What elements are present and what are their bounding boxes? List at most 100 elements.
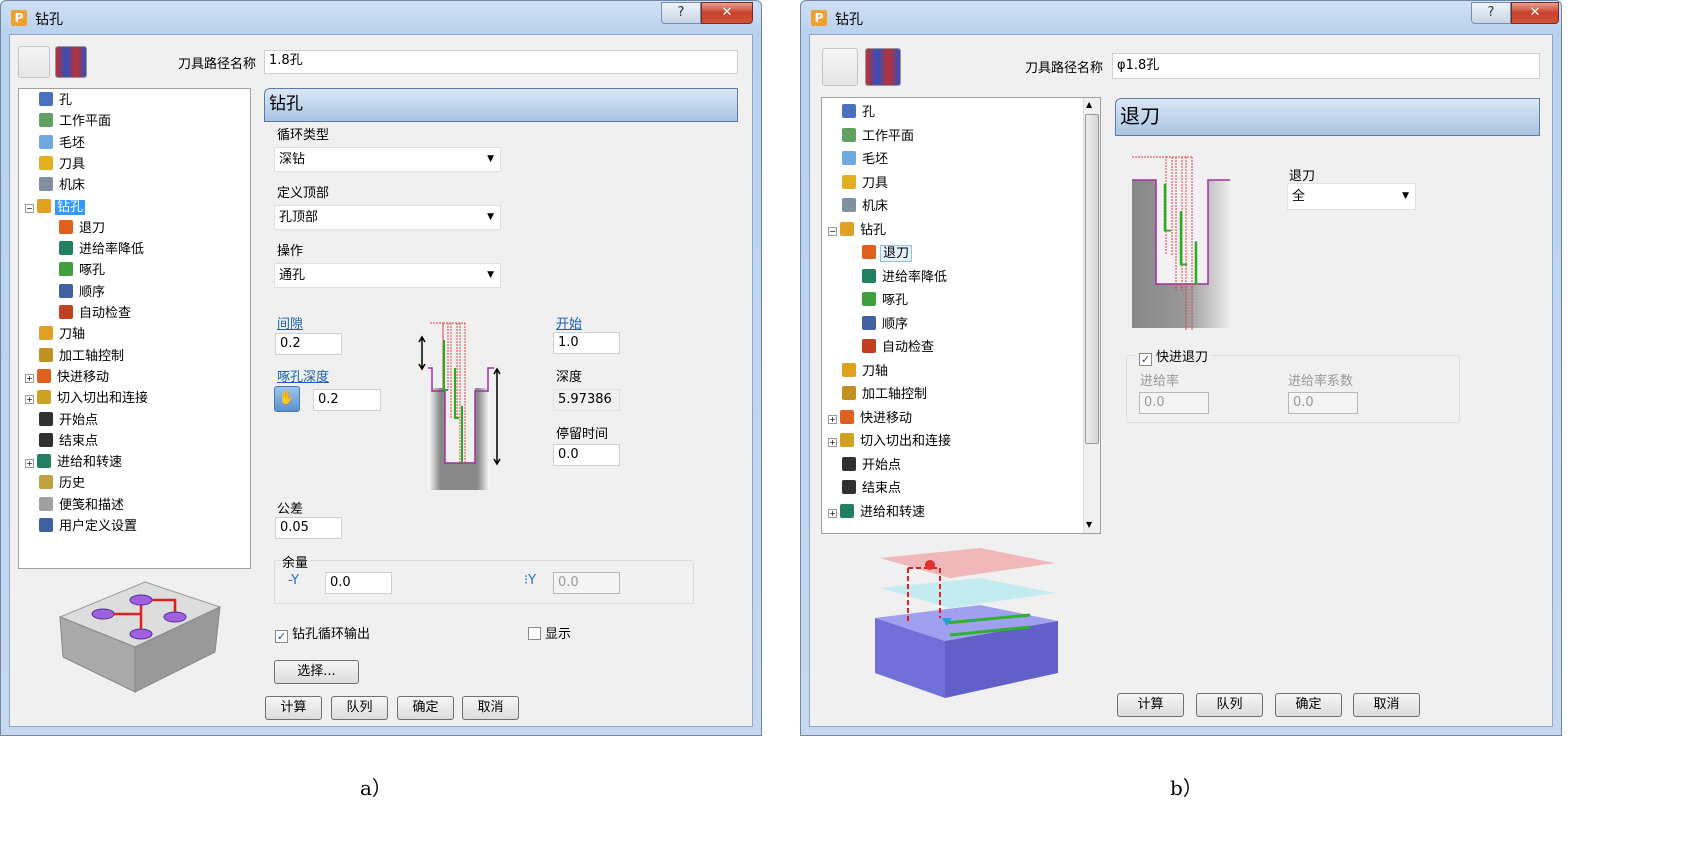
tree-item[interactable]: 历史 (39, 474, 87, 494)
thickness-icon[interactable]: -Y (288, 573, 299, 588)
scroll-up-icon[interactable]: ▲ (1086, 100, 1092, 109)
scroll-down-icon[interactable]: ▼ (1086, 520, 1092, 529)
tree-item[interactable]: 毛坯 (842, 150, 890, 170)
tree-item[interactable]: 退刀 (59, 219, 107, 239)
recycle-icon[interactable] (822, 48, 858, 86)
tree-item[interactable]: 孔 (842, 103, 877, 123)
rapid-retract-checkbox[interactable]: ✓ 快进退刀 (1136, 346, 1212, 366)
start-link[interactable]: 开始 (556, 313, 582, 332)
checkbox-checked-icon[interactable]: ✓ (275, 630, 288, 643)
caption-b: b） (1170, 776, 1203, 800)
leads-links-icon (840, 433, 854, 447)
tree-item[interactable]: 刀轴 (842, 362, 890, 382)
tree-item[interactable]: 用户定义设置 (39, 517, 139, 537)
clearance-input[interactable]: 0.2 (275, 333, 342, 355)
queue-button[interactable]: 队列 (1196, 693, 1263, 717)
expand-icon[interactable]: + (828, 508, 837, 518)
select-button[interactable]: 选择... (274, 660, 359, 684)
scrollbar-thumb[interactable] (1085, 114, 1099, 444)
tree-item[interactable]: 便笺和描述 (39, 496, 126, 516)
cycle-type-select[interactable]: 深钻 ▼ (274, 147, 501, 172)
help-button[interactable]: ? (661, 2, 701, 24)
tree-item[interactable]: + 进给和转速 (828, 503, 927, 523)
tree-item[interactable]: 机床 (842, 197, 890, 217)
tree-item[interactable]: 结束点 (39, 432, 100, 452)
peck-depth-link[interactable]: 啄孔深度 (277, 366, 329, 385)
tree-item[interactable]: 自动检查 (862, 338, 936, 358)
expand-icon[interactable]: + (25, 373, 34, 383)
checkbox-checked-icon[interactable]: ✓ (1139, 353, 1152, 366)
calculate-button[interactable]: 计算 (1117, 693, 1184, 717)
tree-item[interactable]: 开始点 (39, 411, 100, 431)
tree-item[interactable]: 顺序 (862, 315, 910, 335)
feed-rate-label: 进给率 (1140, 374, 1180, 389)
settings-tree[interactable]: 孔工作平面毛坯刀具 机床 − 钻孔 退刀 进给率降低 啄孔 顺序 自动检查 刀轴 加工轴控制 + 快进移… (18, 88, 251, 569)
toolpath-preview-icon[interactable] (55, 46, 87, 78)
close-button[interactable]: ✕ (701, 2, 753, 24)
define-top-select[interactable]: 孔顶部 ▼ (274, 205, 501, 230)
expand-icon[interactable]: + (25, 459, 34, 469)
tree-item[interactable]: + 切入切出和连接 (828, 432, 953, 452)
hole-icon (39, 92, 53, 106)
tree-scrollbar[interactable]: ▲ ▼ (1083, 98, 1100, 533)
tree-item[interactable]: 顺序 (59, 283, 107, 303)
toolpath-name-input[interactable]: φ1.8孔 (1112, 53, 1540, 79)
operation-select[interactable]: 通孔 ▼ (274, 263, 501, 288)
tree-item[interactable]: + 进给和转速 (25, 453, 124, 473)
tree-item[interactable]: 进给率降低 (862, 268, 949, 288)
tolerance-input[interactable]: 0.05 (275, 517, 342, 539)
tree-item[interactable]: 退刀 (862, 244, 913, 264)
close-button[interactable]: ✕ (1511, 2, 1559, 24)
tree-item[interactable]: 机床 (39, 176, 87, 196)
toolpath-name-input[interactable]: 1.8孔 (264, 50, 738, 74)
tree-item[interactable]: + 快进移动 (828, 409, 914, 429)
expand-icon[interactable]: + (25, 395, 34, 405)
drill-cycle-output-checkbox[interactable]: ✓ 钻孔循环输出 (275, 623, 370, 643)
start-input[interactable]: 1.0 (553, 332, 620, 354)
tree-item[interactable]: − 钻孔 (828, 221, 888, 241)
calculate-button[interactable]: 计算 (265, 696, 322, 720)
tree-item[interactable]: 工作平面 (842, 127, 916, 147)
peck-icon (862, 292, 876, 306)
collapse-icon[interactable]: − (828, 226, 837, 236)
expand-icon[interactable]: + (828, 438, 837, 447)
tree-item[interactable]: 刀具 (39, 155, 87, 175)
tree-item[interactable]: 工作平面 (39, 112, 113, 132)
ok-button[interactable]: 确定 (397, 696, 454, 720)
tree-item[interactable]: + 快进移动 (25, 368, 111, 388)
tree-item[interactable]: 啄孔 (862, 291, 910, 311)
axial-thickness-icon[interactable]: ⁝Y (524, 573, 536, 588)
tree-item[interactable]: 啄孔 (59, 261, 107, 281)
retract-select[interactable]: 全 ▼ (1287, 183, 1416, 210)
help-button[interactable]: ? (1471, 2, 1511, 24)
tree-item[interactable]: + 切入切出和连接 (25, 389, 150, 409)
ok-button[interactable]: 确定 (1275, 693, 1342, 717)
tree-item[interactable]: 刀具 (842, 174, 890, 194)
recycle-icon[interactable] (18, 46, 50, 78)
allowance-input[interactable]: 0.0 (325, 572, 392, 594)
tree-item[interactable]: 刀轴 (39, 325, 87, 345)
tree-item-label: 毛坯 (59, 135, 86, 151)
expand-icon[interactable]: + (828, 414, 837, 424)
checkbox-unchecked-icon[interactable] (528, 627, 541, 640)
dwell-time-input[interactable]: 0.0 (553, 444, 620, 466)
cancel-button[interactable]: 取消 (1353, 693, 1420, 717)
queue-button[interactable]: 队列 (331, 696, 388, 720)
tree-item[interactable]: 毛坯 (39, 134, 87, 154)
tree-item[interactable]: 自动检查 (59, 304, 133, 324)
cancel-button[interactable]: 取消 (462, 696, 519, 720)
tree-item[interactable]: 加工轴控制 (842, 385, 929, 405)
hand-icon[interactable]: ✋ (274, 386, 300, 412)
tree-item[interactable]: − 钻孔 (25, 198, 86, 218)
peck-depth-input[interactable]: 0.2 (313, 389, 381, 411)
toolpath-preview-icon[interactable] (865, 48, 901, 86)
tree-item[interactable]: 结束点 (842, 479, 903, 499)
clearance-link[interactable]: 间隙 (277, 313, 303, 332)
settings-tree[interactable]: 孔工作平面毛坯刀具机床 − 钻孔退刀进给率降低啄孔顺序自动检查刀轴加工轴控制 + 快进移… (821, 97, 1101, 534)
tree-item[interactable]: 加工轴控制 (39, 347, 126, 367)
collapse-icon[interactable]: − (25, 203, 34, 213)
tree-item[interactable]: 孔 (39, 91, 74, 111)
display-checkbox[interactable]: 显示 (528, 623, 571, 642)
tree-item[interactable]: 开始点 (842, 456, 903, 476)
tree-item[interactable]: 进给率降低 (59, 240, 146, 260)
